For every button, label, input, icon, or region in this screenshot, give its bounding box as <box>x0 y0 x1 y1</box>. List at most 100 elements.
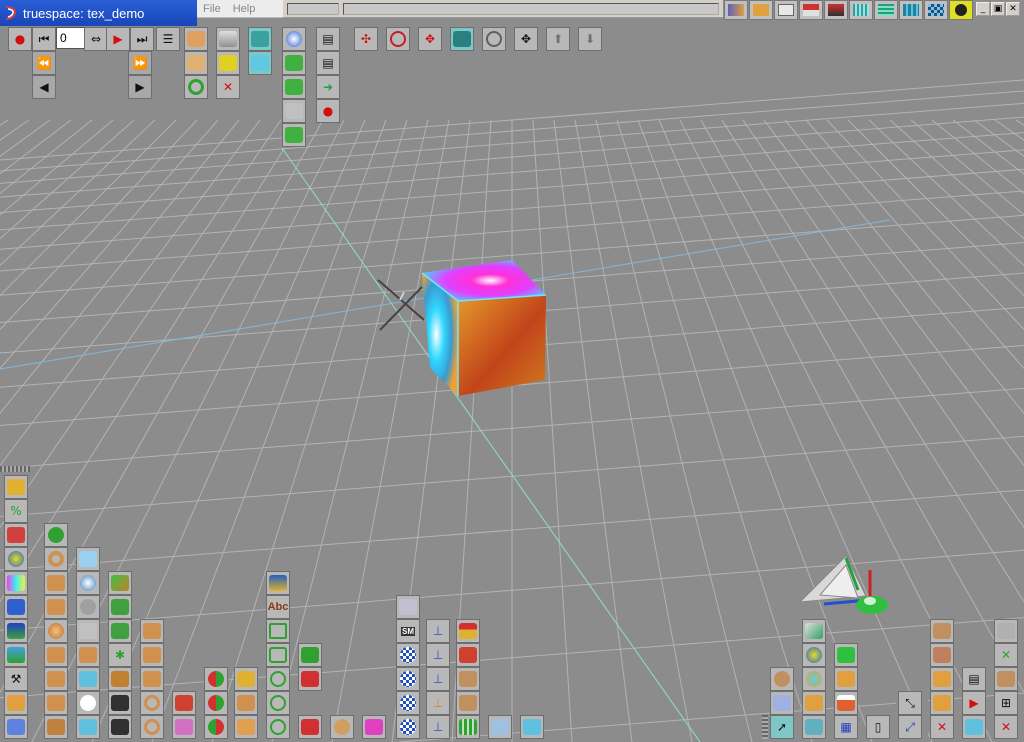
lens-button[interactable] <box>234 715 258 739</box>
textured-cube[interactable] <box>421 260 547 396</box>
view-hat-button[interactable] <box>802 691 826 715</box>
tool-plane-button[interactable] <box>248 51 272 75</box>
brush-button[interactable] <box>4 691 28 715</box>
tool-box-bend-button[interactable] <box>216 51 240 75</box>
top-tool-checker-icon[interactable] <box>924 0 948 20</box>
menu-help[interactable]: Help <box>227 3 262 15</box>
tool-path-button[interactable] <box>248 27 272 51</box>
ribbon-button[interactable] <box>362 715 386 739</box>
close-button[interactable]: ✕ <box>1006 2 1020 16</box>
step-back-button[interactable]: ◀ <box>32 75 56 99</box>
tool-script-button[interactable]: ▤ <box>316 27 340 51</box>
materials-button[interactable] <box>4 547 28 571</box>
checker-sphere-3-button[interactable] <box>396 691 420 715</box>
grid-box-button[interactable] <box>456 715 480 739</box>
animation-editor-button[interactable]: ☰ <box>156 27 180 51</box>
paint-button[interactable] <box>4 523 28 547</box>
gradient-button[interactable] <box>4 571 28 595</box>
camera-2-button[interactable] <box>108 715 132 739</box>
move-tool-button[interactable]: ✣ <box>354 27 378 51</box>
rotate-axis-button[interactable] <box>482 27 506 51</box>
select-tool-button[interactable]: ➚ <box>770 715 794 739</box>
tool-leg-button[interactable] <box>282 123 306 147</box>
view-layers-button[interactable] <box>770 691 794 715</box>
checker-sphere-4-button[interactable] <box>396 715 420 739</box>
play-button[interactable]: ▶ <box>106 27 130 51</box>
rewind-button[interactable]: ⏪ <box>32 51 56 75</box>
plane-green-button[interactable] <box>108 619 132 643</box>
checker-sphere-2-button[interactable] <box>396 667 420 691</box>
panel-grip-2[interactable] <box>762 715 768 739</box>
bell-button[interactable] <box>234 667 258 691</box>
tool-export-button[interactable]: ➜ <box>316 75 340 99</box>
grid-view-button[interactable]: ▦ <box>834 715 858 739</box>
tool-record-script-button[interactable]: ● <box>316 99 340 123</box>
restore-button[interactable]: ▣ <box>991 2 1005 16</box>
boolean-2-button[interactable] <box>204 691 228 715</box>
plane-primitive-button[interactable] <box>76 547 100 571</box>
tool-loop-button[interactable] <box>184 75 208 99</box>
view-perspective-button[interactable] <box>770 667 794 691</box>
checker-sphere-button[interactable] <box>396 643 420 667</box>
top-tool-house-icon[interactable] <box>799 0 823 20</box>
title-bar[interactable]: truespace: tex_demo <box>0 0 197 26</box>
scene-button[interactable] <box>4 619 28 643</box>
ring-button[interactable] <box>140 715 164 739</box>
lathe-button[interactable] <box>76 643 100 667</box>
view-bus-button[interactable] <box>802 715 826 739</box>
script-list-button[interactable]: ▤ <box>962 667 986 691</box>
scale-tool-button[interactable]: ✥ <box>418 27 442 51</box>
boolean-button[interactable] <box>204 667 228 691</box>
go-end-button[interactable]: ⏭ <box>130 27 154 51</box>
soccer-ball-button[interactable] <box>76 571 100 595</box>
delete-tool-button[interactable]: ✕ <box>930 715 954 739</box>
tree-button[interactable]: ✱ <box>108 643 132 667</box>
view-box-button[interactable] <box>834 691 858 715</box>
tool-chain-button[interactable] <box>184 51 208 75</box>
top-tool-box-icon[interactable] <box>749 0 773 20</box>
3d-text-button[interactable] <box>520 715 544 739</box>
torus-button[interactable] <box>44 547 68 571</box>
heart-button[interactable] <box>266 715 290 739</box>
up-hierarchy-button[interactable]: ⬆ <box>546 27 570 51</box>
boolean-3-button[interactable] <box>204 715 228 739</box>
tool-delete-link-button[interactable]: ✕ <box>216 75 240 99</box>
record-button[interactable]: ● <box>8 27 32 51</box>
cylinder-green-button[interactable] <box>108 595 132 619</box>
fast-forward-button[interactable]: ⏩ <box>128 51 152 75</box>
axis-4-button[interactable]: ⊥ <box>426 691 450 715</box>
knife-button[interactable] <box>298 667 322 691</box>
cross-axis-button[interactable]: ✕ <box>994 643 1018 667</box>
tool-list-button[interactable]: ▤ <box>316 51 340 75</box>
blob-button[interactable] <box>172 715 196 739</box>
top-tool-cubes-icon[interactable] <box>724 0 748 20</box>
stack-button[interactable] <box>396 595 420 619</box>
down-hierarchy-button[interactable]: ⬇ <box>578 27 602 51</box>
view-front-button[interactable] <box>802 619 826 643</box>
tools-button[interactable]: ⚒ <box>4 667 28 691</box>
view-green-button[interactable] <box>834 643 858 667</box>
panel-grip[interactable] <box>0 466 30 472</box>
blocks-2-button[interactable] <box>456 691 480 715</box>
curve-button[interactable] <box>76 715 100 739</box>
polygon-tool-button[interactable] <box>266 619 290 643</box>
knot-button[interactable] <box>140 691 164 715</box>
sweep-button[interactable] <box>140 619 164 643</box>
top-tool-bars-icon[interactable] <box>899 0 923 20</box>
circle-tool-button[interactable] <box>266 667 290 691</box>
recycle-button[interactable] <box>4 715 28 739</box>
line-button[interactable] <box>76 667 100 691</box>
top-tool-lines-icon[interactable] <box>874 0 898 20</box>
tool-pipe-button[interactable] <box>216 27 240 51</box>
unlink-tool-button[interactable]: ⤢ <box>898 715 922 739</box>
minimize-button[interactable]: _ <box>976 2 990 16</box>
tool-spline-button[interactable] <box>282 51 306 75</box>
box-tool-button[interactable] <box>994 667 1018 691</box>
remove-object-button[interactable]: ✕ <box>994 715 1018 739</box>
play-script-button[interactable]: ▶ <box>962 691 986 715</box>
landscape-button[interactable] <box>4 643 28 667</box>
link-tool-button[interactable]: ⤡ <box>898 691 922 715</box>
view-sky-button[interactable] <box>802 667 826 691</box>
square-plane-button[interactable] <box>44 715 68 739</box>
view-material-button[interactable] <box>802 643 826 667</box>
